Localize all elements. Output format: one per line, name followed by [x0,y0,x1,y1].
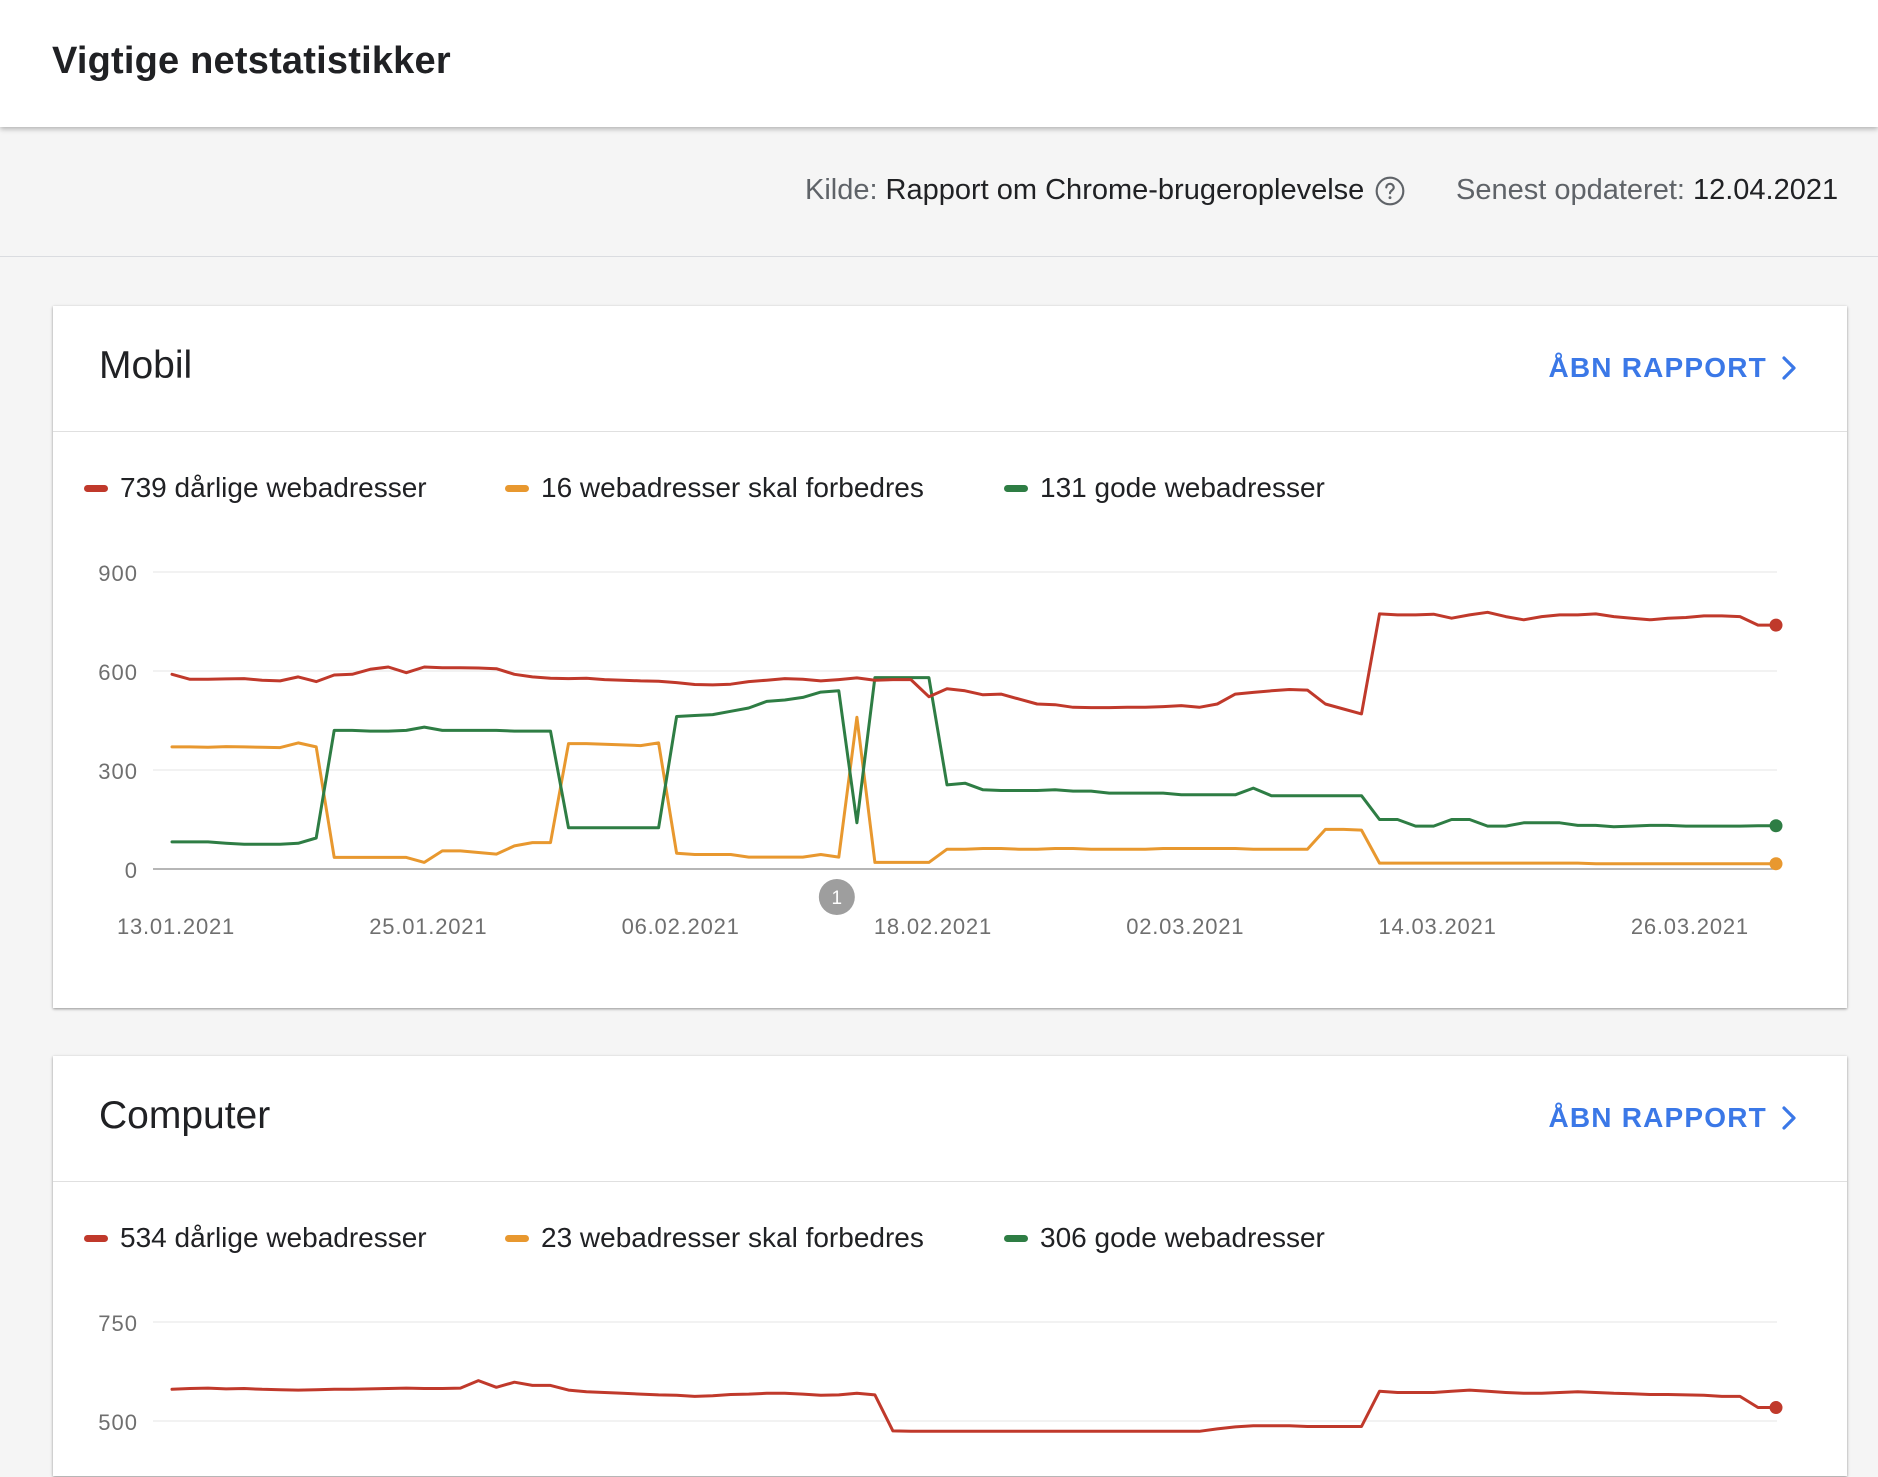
series-end-point [1769,1401,1783,1415]
open-report-button[interactable]: ÅBN RAPPORT [1548,352,1797,384]
x-tick-label: 02.03.2021 [1126,914,1244,939]
last-updated: Senest opdateret: 12.04.2021 [1456,174,1838,207]
annotation-marker[interactable]: 1 [818,879,855,915]
card-title: Computer [99,1094,271,1137]
y-tick-label: 750 [98,1311,138,1336]
card-header: Computer ÅBN RAPPORT [53,1056,1847,1182]
x-tick-label: 14.03.2021 [1379,914,1497,939]
y-tick-label: 500 [98,1410,138,1435]
y-tick-label: 600 [98,660,138,685]
source-value[interactable]: Rapport om Chrome-brugeroplevelse [886,174,1365,207]
updated-label: Senest opdateret: [1456,174,1685,206]
series-end-point [1769,819,1783,833]
y-tick-label: 900 [98,561,138,586]
series-end-point [1769,618,1783,632]
chevron-right-icon [1782,356,1796,380]
mobile-card: Mobil ÅBN RAPPORT 739 dårlige webadresse… [53,306,1847,1008]
series-line [170,676,1778,846]
y-tick-label: 300 [98,759,138,784]
open-report-label: ÅBN RAPPORT [1548,1102,1767,1133]
open-report-button[interactable]: ÅBN RAPPORT [1548,1102,1797,1134]
open-report-label: ÅBN RAPPORT [1548,352,1767,383]
source-bar: Kilde: Rapport om Chrome-brugeroplevelse… [0,127,1878,257]
card-title: Mobil [99,344,193,387]
annotation-label: 1 [832,888,843,909]
x-tick-label: 06.02.2021 [622,914,740,939]
updated-value: 12.04.2021 [1692,174,1839,206]
series-line [170,1379,1778,1433]
series-end-point [1769,857,1783,871]
line-chart-mobile: 0 300 600 900 13.01.2021 25.01.2021 06.02.2021… [98,561,1783,939]
help-circle-icon[interactable] [1374,175,1406,207]
desktop-card: Computer ÅBN RAPPORT 534 dårlige webadre… [53,1056,1847,1476]
series-line [170,715,1778,866]
y-tick-label: 0 [125,858,138,883]
chevron-right-icon [1782,1106,1796,1130]
x-tick-label: 18.02.2021 [874,914,992,939]
card-body: 739 dårlige webadresser 16 webadresser s… [53,432,1847,1009]
card-header: Mobil ÅBN RAPPORT [53,306,1847,432]
card-body: 534 dårlige webadresser 23 webadresser s… [53,1182,1847,1477]
x-tick-label: 13.01.2021 [117,914,235,939]
source-info: Kilde: Rapport om Chrome-brugeroplevelse [805,174,1406,207]
page-header: Vigtige netstatistikker [0,0,1878,127]
line-chart-desktop: 500 750 [98,1311,1783,1435]
x-tick-label: 26.03.2021 [1631,914,1749,939]
source-label: Kilde: [805,174,878,206]
series-line [170,610,1778,716]
x-tick-label: 25.01.2021 [369,914,487,939]
page-title: Vigtige netstatistikker [52,40,451,82]
